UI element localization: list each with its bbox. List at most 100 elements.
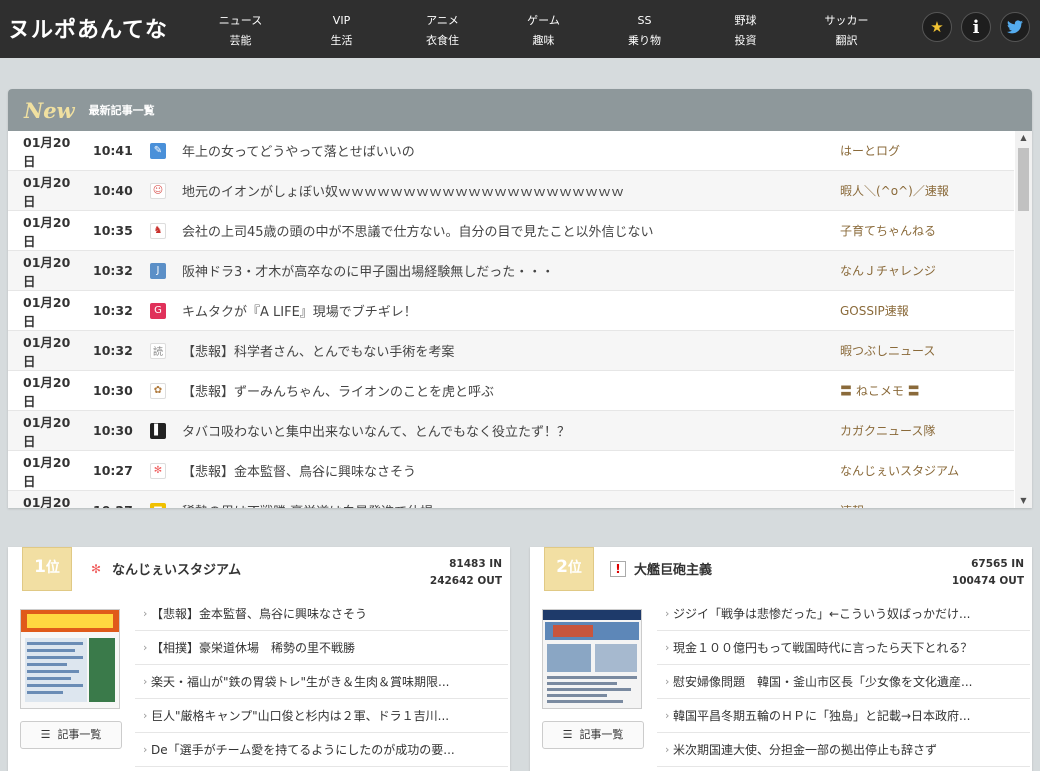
article-date: 01月20日 <box>23 494 71 509</box>
article-date: 01月20日 <box>23 334 71 369</box>
article-row[interactable]: 01月20日 10:30 ▌ タバコ吸わないと集中出来ないなんて、とんでもなく役立たず… <box>8 411 1014 451</box>
ranking-article[interactable]: › 米次期国連大使、分担金一部の拠出停止も辞さず <box>657 733 1030 767</box>
site-thumbnail[interactable] <box>542 609 642 709</box>
chevron-right-icon: › <box>143 607 148 620</box>
article-site[interactable]: はーとログ <box>840 142 900 159</box>
article-title[interactable]: 【悲報】金本監督、鳥谷に興味なさそう <box>182 461 840 480</box>
nav-top-label: ゲーム <box>527 14 560 27</box>
chevron-right-icon: › <box>665 607 670 620</box>
kanji-icon: 読 <box>150 342 166 359</box>
article-title[interactable]: キムタクが『A LIFE』現場でブチギレ！ <box>182 301 840 320</box>
ranking-article[interactable]: › ジジイ「戦争は悲惨だった」←こういう奴ばっかだけ... <box>657 597 1030 631</box>
article-row[interactable]: 01月20日 10:32 G キムタクが『A LIFE』現場でブチギレ！ GOSSIP速… <box>8 291 1014 331</box>
in-count: 67565 IN <box>971 558 1024 570</box>
article-title[interactable]: タバコ吸わないと集中出来ないなんて、とんでもなく役立たず！？ <box>182 421 840 440</box>
article-time: 10:32 <box>93 303 133 318</box>
category-nav: ニュース 芸能 VIP 生活 アニメ 衣食住 ゲーム 趣味 SS 乗り物 野球投資 サッカ… <box>190 0 897 58</box>
article-site[interactable]: 暇つぶしニュース <box>840 342 935 359</box>
article-list-button-label: 記事一覧 <box>579 728 624 741</box>
ranking-article[interactable]: › 現金１００億円もって戦国時代に言ったら天下とれる？ <box>657 631 1030 665</box>
nav-top-label: 野球 <box>734 14 757 27</box>
scroll-up-arrow-icon[interactable]: ▲ <box>1015 131 1032 145</box>
nav-bottom-label: 投資 <box>734 34 757 47</box>
article-site[interactable]: 暇人＼(^o^)／速報 <box>840 182 949 199</box>
article-row[interactable]: 01月20日 10:30 ✿ 【悲報】ずーみんちゃん、ライオンのことを虎と呼ぶ〓 ねこ… <box>8 371 1014 411</box>
article-site[interactable]: GOSSIP速報 <box>840 302 909 319</box>
article-site[interactable]: なんＪチャレンジ <box>840 262 936 279</box>
list-icon: ☰ <box>40 728 51 741</box>
article-time: 10:40 <box>93 183 133 198</box>
scroll-down-arrow-icon[interactable]: ▼ <box>1015 494 1032 508</box>
photo-icon: ▌ <box>150 422 166 439</box>
article-row[interactable]: 01月20日 10:27■ 稀勢の里は不戦勝 豪栄道は白星発進で休場速報 <box>8 491 1014 508</box>
scrollbar-thumb[interactable] <box>1018 148 1029 211</box>
nav-item-soccer[interactable]: サッカー 翻訳 <box>796 0 897 58</box>
twitter-icon[interactable] <box>1000 12 1030 42</box>
article-row[interactable]: 01月20日 10:32 J 阪神ドラ3・才木が高卒なのに甲子園出場経験無しだった・・… <box>8 251 1014 291</box>
ranking-article[interactable]: › 慰安婦像問題 韓国・釜山市区長「少女像を文化遺産... <box>657 665 1030 699</box>
top-header: ヌルポあんてな ニュース 芸能 VIP 生活 アニメ 衣食住 ゲーム 趣味 SS 乗り物 … <box>0 0 1040 58</box>
site-logo[interactable]: ヌルポあんてな <box>8 12 168 44</box>
rank-number: 2 <box>556 557 568 577</box>
exclamation-icon: ! <box>610 560 626 577</box>
chevron-right-icon: › <box>665 641 670 654</box>
ranking-site-name[interactable]: ! 大艦巨砲主義 <box>610 559 712 578</box>
nav-item-news[interactable]: ニュース 芸能 <box>190 0 291 58</box>
yellow-icon: ■ <box>150 502 166 508</box>
nav-item-baseball[interactable]: 野球 投資 <box>695 0 796 58</box>
article-title[interactable]: 稀勢の里は不戦勝 豪栄道は白星発進で休場 <box>182 501 840 508</box>
article-list-button[interactable]: ☰ 記事一覧 <box>542 721 644 749</box>
chevron-right-icon: › <box>665 675 670 688</box>
ranking-article[interactable]: › 韓国平昌冬期五輪のＨＰに「独島」と記載→日本政府... <box>657 699 1030 733</box>
nav-bottom-label: 衣食住 <box>426 34 459 47</box>
ranking-article[interactable]: › De「選手がチーム愛を持てるようにしたのが成功の要... <box>135 733 508 767</box>
ranking-card-1: 1位 ✻ なんじぇいスタジアム 81483 IN 242642 OUT ☰ 記事一覧… <box>8 547 510 771</box>
chevron-right-icon: › <box>143 709 148 722</box>
ranking-site-name[interactable]: ✻ なんじぇいスタジアム <box>88 559 241 579</box>
article-time: 10:32 <box>93 343 133 358</box>
ranking-article[interactable]: › 【悲報】金本監督、鳥谷に興味なさそう <box>135 597 508 631</box>
article-title[interactable]: 【悲報】科学者さん、とんでもない手術を考案 <box>182 341 840 360</box>
vertical-scrollbar[interactable]: ▲ ▼ <box>1015 131 1032 508</box>
article-date: 01月20日 <box>23 214 71 249</box>
star-icon[interactable]: ★ <box>922 12 952 42</box>
article-list-button[interactable]: ☰ 記事一覧 <box>20 721 122 749</box>
article-row[interactable]: 01月20日 10:41 ✎ 年上の女ってどうやって落とせばいいの はーとログ <box>8 131 1014 171</box>
chevron-right-icon: › <box>143 641 148 654</box>
nav-item-ss[interactable]: SS 乗り物 <box>594 0 695 58</box>
article-title[interactable]: 阪神ドラ3・才木が高卒なのに甲子園出場経験無しだった・・・ <box>182 261 840 280</box>
latest-article-list: 01月20日 10:41 ✎ 年上の女ってどうやって落とせばいいの はーとログ 01月20… <box>8 131 1014 508</box>
article-time: 10:27 <box>78 503 150 508</box>
article-row[interactable]: 01月20日 10:35 ♞ 会社の上司45歳の頭の中が不思議で仕方ない。自分の目で見… <box>8 211 1014 251</box>
nav-item-vip[interactable]: VIP 生活 <box>291 0 392 58</box>
article-site[interactable]: 子育てちゃんねる <box>840 222 936 239</box>
nav-top-label: サッカー <box>824 14 869 27</box>
article-title[interactable]: 年上の女ってどうやって落とせばいいの <box>182 141 840 160</box>
article-title[interactable]: 会社の上司45歳の頭の中が不思議で仕方ない。自分の目で見たこと以外信じない <box>182 221 840 240</box>
nav-bottom-label: 乗り物 <box>628 34 661 47</box>
article-time: 10:30 <box>93 383 133 398</box>
ranking-article-title: 楽天・福山が"鉄の胃袋トレ"生がき＆生肉＆賞味期限... <box>151 675 450 689</box>
article-site[interactable]: カガクニュース隊 <box>840 422 935 439</box>
ranking-article[interactable]: › 【相撲】豪栄道休場 稀勢の里不戦勝 <box>135 631 508 665</box>
asterisk-icon: ✻ <box>150 462 166 479</box>
ranking-article[interactable]: › 楽天・福山が"鉄の胃袋トレ"生がき＆生肉＆賞味期限... <box>135 665 508 699</box>
ranking-article-title: De「選手がチーム愛を持てるようにしたのが成功の要... <box>151 743 455 757</box>
info-icon[interactable]: i <box>961 12 991 42</box>
nav-item-game[interactable]: ゲーム 趣味 <box>493 0 594 58</box>
site-thumbnail[interactable] <box>20 609 120 709</box>
nav-item-anime[interactable]: アニメ 衣食住 <box>392 0 493 58</box>
article-row[interactable]: 01月20日 10:40 ☺ 地元のイオンがしょぼい奴ｗｗｗｗｗｗｗｗｗｗｗｗｗｗｗｗ… <box>8 171 1014 211</box>
article-site[interactable]: 速報 <box>840 502 864 508</box>
article-row[interactable]: 01月20日 10:27 ✻ 【悲報】金本監督、鳥谷に興味なさそう なんじぇいスタジアム <box>8 451 1014 491</box>
paw-icon: ✿ <box>150 382 166 399</box>
nav-bottom-label: 翻訳 <box>835 34 858 47</box>
article-site[interactable]: なんじぇいスタジアム <box>840 462 959 479</box>
article-site[interactable]: 〓 ねこメモ 〓 <box>840 382 920 399</box>
out-count: 242642 OUT <box>429 575 502 587</box>
nav-bottom-label: 生活 <box>330 34 353 47</box>
article-title[interactable]: 【悲報】ずーみんちゃん、ライオンのことを虎と呼ぶ <box>182 381 840 400</box>
ranking-article[interactable]: › 巨人"厳格キャンプ"山口俊と杉内は２軍、ドラ１吉川... <box>135 699 508 733</box>
article-title[interactable]: 地元のイオンがしょぼい奴ｗｗｗｗｗｗｗｗｗｗｗｗｗｗｗｗｗｗｗｗｗｗ <box>182 181 840 200</box>
article-row[interactable]: 01月20日 10:32 読【悲報】科学者さん、とんでもない手術を考案 暇つぶしニュー… <box>8 331 1014 371</box>
